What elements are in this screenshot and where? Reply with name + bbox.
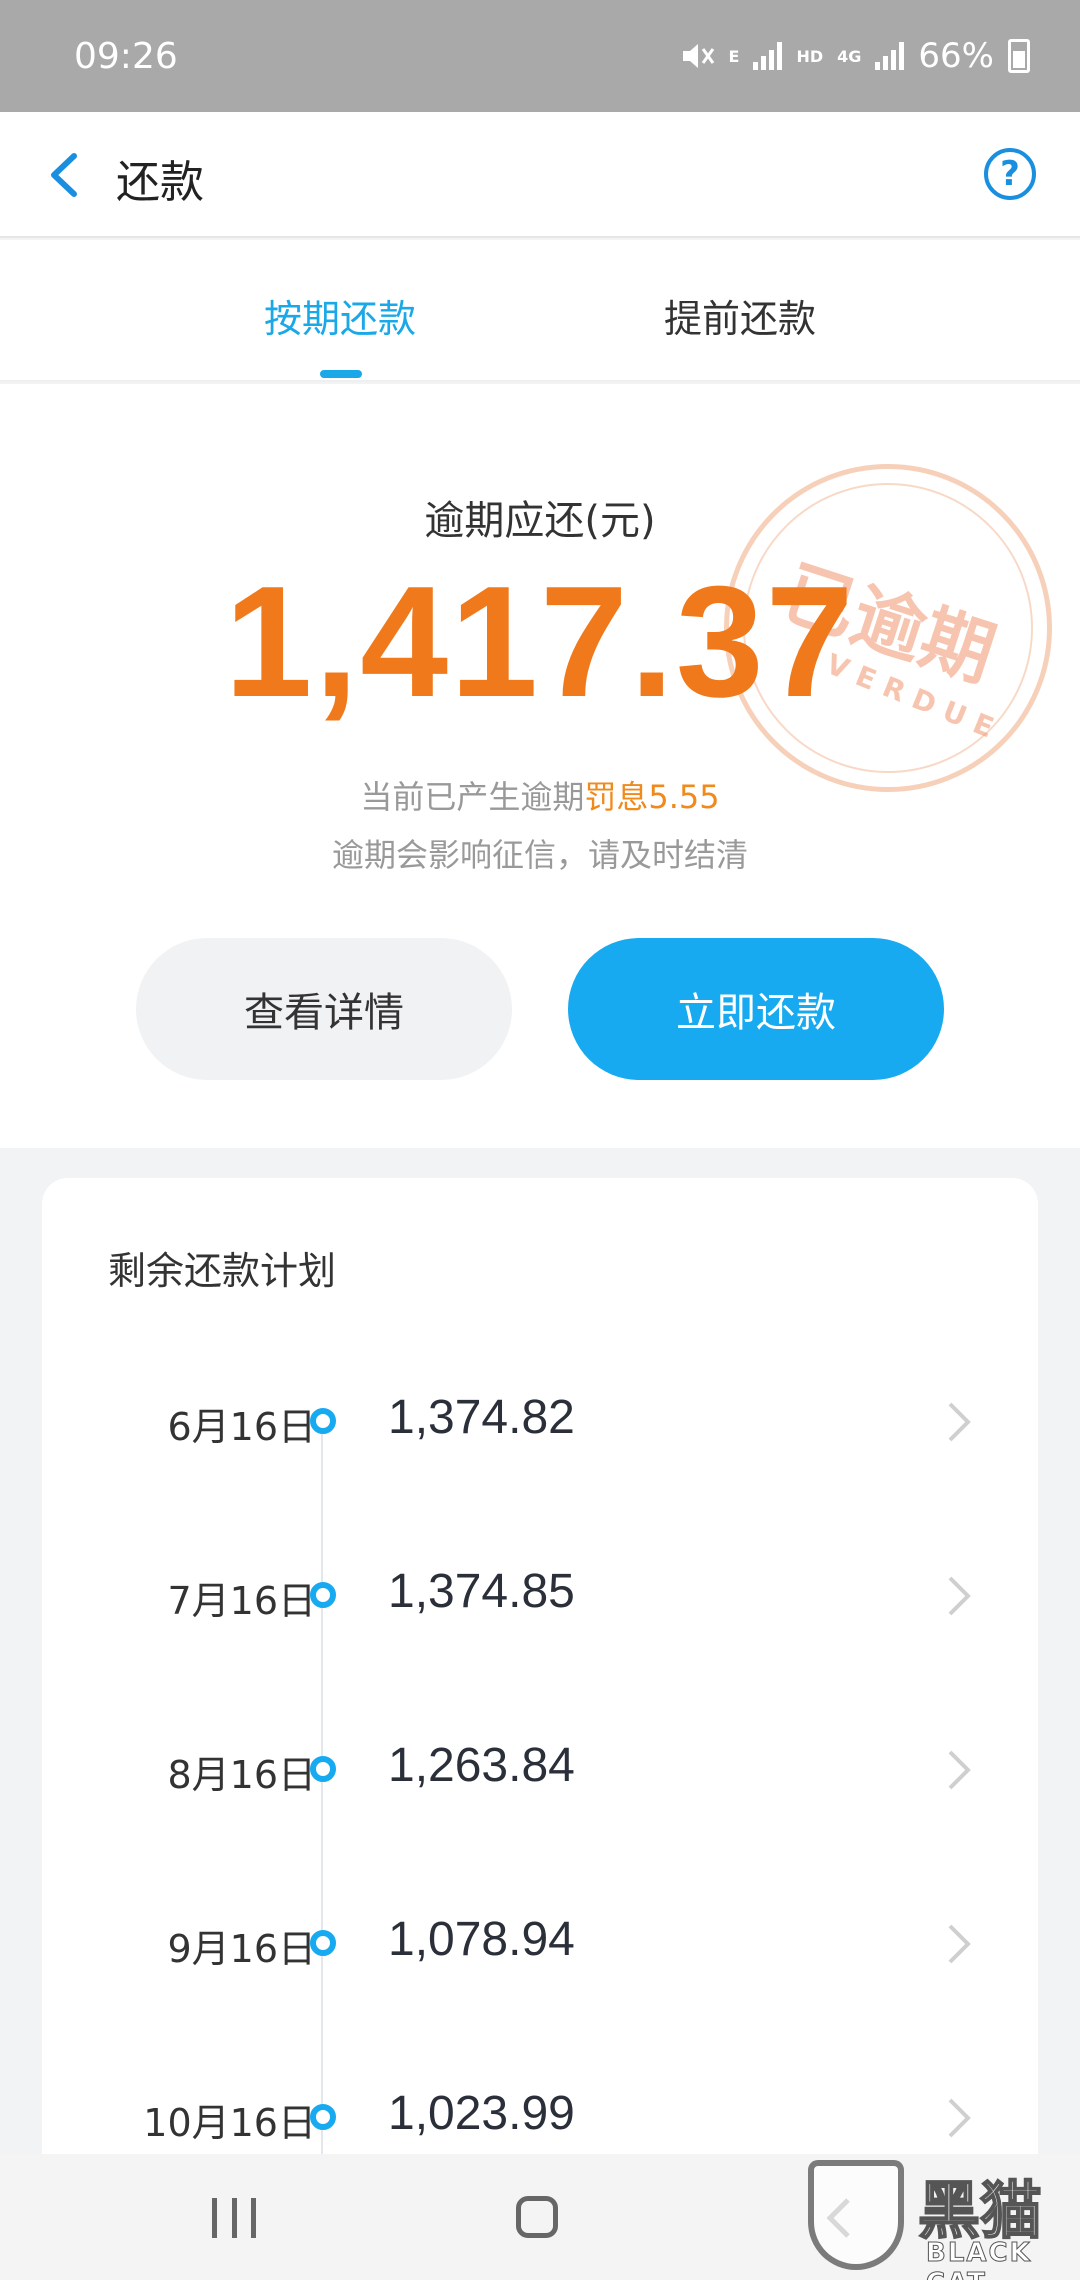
back-icon[interactable]: [44, 152, 84, 198]
plan-row[interactable]: 8月16日 1,263.84: [42, 1716, 1038, 1836]
plan-amount: 1,023.99: [388, 2087, 575, 2140]
status-time: 09:26: [74, 35, 178, 77]
plan-row[interactable]: 9月16日 1,078.94: [42, 1890, 1038, 2010]
network-e-label: E: [728, 46, 740, 66]
plan-row[interactable]: 7月16日 1,374.85: [42, 1542, 1038, 1662]
timeline-dot-icon: [310, 2104, 336, 2130]
mute-icon: [682, 44, 714, 68]
repay-now-button[interactable]: 立即还款: [568, 938, 944, 1080]
plan-row[interactable]: 6月16日 1,374.82: [42, 1368, 1038, 1488]
watermark-logo: 黑猫 BLACK CAT: [808, 2160, 1080, 2280]
penalty-interest: 罚息5.55: [584, 778, 720, 816]
chevron-right-icon: [948, 2098, 971, 2138]
plan-date: 6月16日: [167, 1405, 316, 1449]
status-icons: E HD 4G 66%: [681, 36, 1030, 76]
plan-amount: 1,078.94: [388, 1913, 575, 1966]
page-title: 还款: [116, 157, 204, 208]
penalty-notice: 当前已产生逾期罚息5.55: [0, 772, 1080, 818]
plan-amount: 1,374.85: [388, 1565, 575, 1618]
tab-early-repayment[interactable]: 提前还款: [664, 288, 816, 343]
overdue-amount: 1,417.37: [224, 554, 856, 730]
chevron-right-icon: [948, 1402, 971, 1442]
timeline-dot-icon: [310, 1408, 336, 1434]
signal-icon: [753, 42, 783, 70]
plan-title: 剩余还款计划: [108, 1249, 337, 1293]
chevron-right-icon: [948, 1750, 971, 1790]
plan-date: 9月16日: [167, 1927, 316, 1971]
timeline-dot-icon: [310, 1930, 336, 1956]
credit-warning: 逾期会影响征信，请及时结清: [331, 836, 748, 874]
view-details-button[interactable]: 查看详情: [136, 938, 512, 1080]
chevron-right-icon: [948, 1576, 971, 1616]
plan-date: 10月16日: [143, 2101, 316, 2145]
chevron-right-icon: [948, 1924, 971, 1964]
signal-icon: [875, 42, 905, 70]
help-icon[interactable]: ?: [984, 148, 1036, 200]
overdue-amount-label: 逾期应还(元): [424, 498, 656, 544]
plan-amount: 1,263.84: [388, 1739, 575, 1792]
plan-amount: 1,374.82: [388, 1391, 575, 1444]
overdue-summary: 已逾期 OVERDUE 逾期应还(元) 1,417.37 当前已产生逾期罚息5.…: [0, 384, 1080, 1148]
timeline-dot-icon: [310, 1582, 336, 1608]
help-symbol: ?: [1000, 154, 1020, 194]
cat-shield-icon: [808, 2160, 904, 2270]
network-hd-label: HD: [796, 46, 824, 66]
watermark-text-en: BLACK CAT: [926, 2238, 1032, 2280]
repayment-tabs: 按期还款 提前还款: [0, 240, 1080, 382]
battery-icon: [1008, 39, 1030, 73]
tab-scheduled-repayment[interactable]: 按期还款: [264, 288, 416, 343]
plan-date: 7月16日: [167, 1579, 316, 1623]
tab-active-indicator: [320, 370, 362, 378]
timeline-dot-icon: [310, 1756, 336, 1782]
network-4g-label: 4G: [837, 46, 862, 66]
plan-date: 8月16日: [167, 1753, 316, 1797]
repayment-plan-card: 剩余还款计划 6月16日 1,374.82 7月16日 1,374.85 8月1…: [42, 1178, 1038, 2280]
watermark-text-cn: 黑猫: [917, 2173, 1043, 2248]
app-header: 还款 ?: [0, 112, 1080, 238]
nav-home-icon[interactable]: [516, 2196, 558, 2238]
nav-recents-icon[interactable]: [212, 2198, 256, 2238]
penalty-notice-prefix: 当前已产生逾期: [360, 778, 585, 816]
battery-percent: 66%: [918, 36, 994, 76]
status-bar: 09:26 E HD 4G 66%: [0, 0, 1080, 112]
